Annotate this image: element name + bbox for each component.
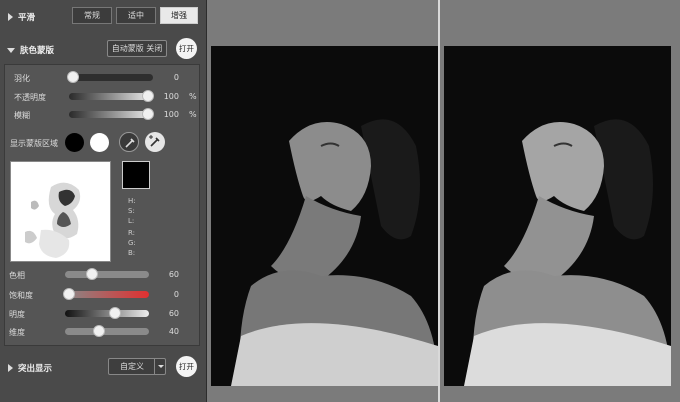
blur-slider[interactable] — [69, 108, 154, 120]
lightness-slider[interactable] — [65, 307, 149, 319]
blur-unit: % — [189, 110, 197, 119]
mode-normal-button[interactable]: 常规 — [72, 7, 112, 24]
dropdown-arrow-button[interactable] — [154, 359, 165, 374]
expand-arrow-icon[interactable] — [8, 364, 13, 372]
channel-h-label: H: — [128, 197, 136, 205]
feather-label: 羽化 — [14, 74, 30, 83]
portrait-photo-after — [444, 46, 671, 386]
auto-mask-button[interactable]: 自动蒙版 关闭 — [107, 40, 167, 57]
show-mask-label: 显示蒙版区域 — [10, 139, 58, 148]
skin-mask-open-toggle[interactable]: 打开 — [176, 38, 197, 59]
hue-slider[interactable] — [65, 268, 149, 280]
mask-preview-image — [11, 162, 110, 261]
lightness-label: 明度 — [9, 310, 25, 319]
channel-l-label: L: — [128, 217, 135, 225]
skin-mask-title: 肤色蒙版 — [20, 46, 55, 56]
hue-value: 60 — [168, 270, 179, 279]
opacity-value: 100 — [163, 92, 179, 101]
blur-label: 模糊 — [14, 111, 30, 120]
opacity-label: 不透明度 — [14, 93, 46, 102]
expand-arrow-icon[interactable] — [8, 13, 13, 21]
lightness-value: 60 — [168, 309, 179, 318]
skin-mask-settings: 羽化 0 不透明度 100 % 模糊 100 % 显示蒙版区域 H: S: L:… — [4, 64, 200, 346]
feather-value: 0 — [173, 73, 179, 82]
eyedropper-button[interactable] — [119, 132, 139, 152]
collapse-arrow-icon[interactable] — [7, 47, 15, 53]
saturation-label: 饱和度 — [9, 291, 33, 300]
latitude-value: 40 — [168, 327, 179, 336]
saturation-slider-knob[interactable] — [63, 288, 75, 300]
channel-b-label: B: — [128, 249, 136, 257]
highlight-mode-dropdown[interactable]: 自定义 — [108, 358, 166, 375]
latitude-label: 维度 — [9, 328, 25, 337]
chevron-down-icon — [158, 365, 164, 368]
after-image — [444, 46, 671, 386]
white-swatch[interactable] — [90, 133, 109, 152]
blur-value: 100 — [163, 110, 179, 119]
eyedropper-icon — [125, 138, 135, 148]
saturation-slider[interactable] — [63, 288, 149, 300]
channel-s-label: S: — [128, 207, 135, 215]
lightness-slider-knob[interactable] — [109, 307, 121, 319]
compare-divider[interactable] — [438, 0, 440, 402]
opacity-slider[interactable] — [69, 90, 154, 102]
channel-g-label: G: — [128, 239, 136, 247]
latitude-slider[interactable] — [65, 325, 149, 337]
hue-slider-knob[interactable] — [86, 268, 98, 280]
black-swatch[interactable] — [65, 133, 84, 152]
highlight-title: 突出显示 — [18, 364, 53, 374]
skin-mask-section-header[interactable]: 肤色蒙版 — [7, 44, 54, 56]
highlight-open-toggle[interactable]: 打开 — [176, 356, 197, 377]
feather-slider-knob[interactable] — [67, 71, 79, 83]
channel-r-label: R: — [128, 229, 136, 237]
saturation-value: 0 — [173, 290, 179, 299]
highlight-section-header[interactable]: 突出显示 — [8, 362, 52, 374]
portrait-photo-before — [211, 46, 438, 386]
latitude-slider-knob[interactable] — [93, 325, 105, 337]
before-image — [211, 46, 438, 386]
mode-medium-button[interactable]: 适中 — [116, 7, 156, 24]
highlight-mode-value: 自定义 — [120, 362, 144, 371]
adjustment-panel: 平滑 常规 适中 增强 肤色蒙版 自动蒙版 关闭 打开 羽化 0 不透明度 10… — [0, 0, 207, 402]
smooth-title: 平滑 — [18, 13, 36, 23]
opacity-unit: % — [189, 92, 197, 101]
feather-slider[interactable] — [67, 71, 153, 83]
mask-preview — [10, 161, 111, 262]
picked-color-swatch — [122, 161, 150, 189]
eyedropper-plus-icon — [149, 135, 160, 147]
eyedropper-plus-button[interactable] — [145, 132, 165, 152]
smooth-section-header[interactable]: 平滑 — [8, 11, 35, 23]
image-viewer — [207, 0, 680, 402]
hue-label: 色相 — [9, 271, 25, 280]
mode-enhance-button[interactable]: 增强 — [160, 7, 198, 24]
